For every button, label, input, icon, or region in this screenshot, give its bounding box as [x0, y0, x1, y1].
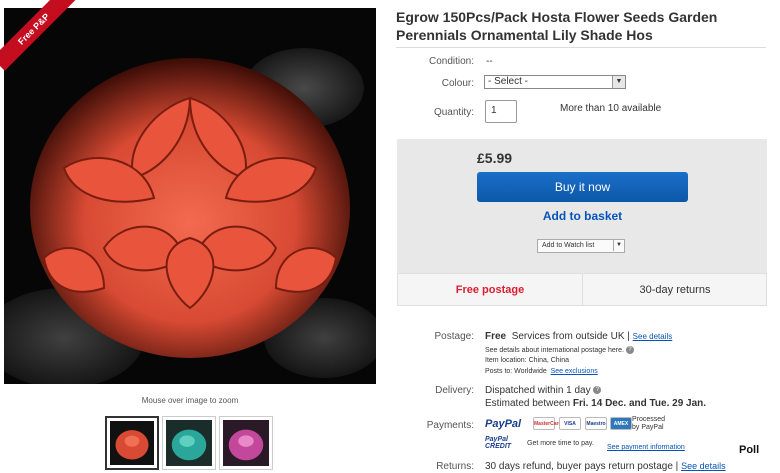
- add-to-watch-list-button[interactable]: Add to Watch list ▼: [537, 239, 625, 253]
- paypal-credit-logo: PayPal CREDIT: [485, 436, 512, 450]
- processed-by-paypal: Processed by PayPal: [632, 416, 666, 431]
- visa-icon: VISA: [559, 417, 581, 430]
- dispatch-text: Dispatched within 1 day: [485, 385, 591, 396]
- postage-free: Free: [485, 331, 507, 342]
- estimated-delivery: Estimated between Fri. 14 Dec. and Tue. …: [485, 398, 706, 409]
- colour-select[interactable]: - Select - ▼: [484, 75, 626, 89]
- free-postage-text: Free postage: [455, 284, 525, 296]
- postage-label: Postage:: [434, 331, 474, 342]
- chevron-down-icon[interactable]: ▼: [613, 240, 624, 251]
- help-icon[interactable]: ?: [593, 386, 602, 395]
- postage-service: Services from outside UK |: [511, 331, 630, 342]
- paypal-logo: PayPal: [485, 418, 522, 430]
- estimated-dates: Fri. 14 Dec. and Tue. 29 Jan.: [572, 398, 707, 409]
- amex-icon: AMEX: [610, 417, 632, 430]
- returns-label: Returns:: [436, 461, 474, 472]
- thumbnail-2[interactable]: [162, 416, 216, 470]
- returns-text: 30 days refund, buyer pays return postag…: [485, 461, 679, 472]
- delivery-label: Delivery:: [435, 385, 474, 396]
- intl-postage-note-text: See details about international postage …: [485, 346, 624, 354]
- watch-list-label: Add to Watch list: [542, 242, 595, 249]
- maestro-icon: Maestro: [585, 417, 607, 430]
- zoom-hint: Mouse over image to zoom: [141, 396, 239, 405]
- postage-line: Free Services from outside UK | See deta…: [485, 331, 672, 342]
- product-main-image[interactable]: [4, 8, 376, 384]
- condition-value: --: [486, 56, 493, 67]
- thumbnail-3[interactable]: [219, 416, 273, 470]
- quantity-label: Quantity:: [433, 107, 474, 118]
- posts-to: Posts to: Worldwide: [485, 368, 547, 375]
- payment-info-link[interactable]: See payment information: [607, 444, 685, 451]
- posts-to-line: Posts to: Worldwide See exclusions: [485, 368, 598, 375]
- postage-see-details-link[interactable]: See details: [633, 332, 673, 341]
- price: £5.99: [477, 150, 513, 166]
- see-exclusions-link[interactable]: See exclusions: [551, 368, 598, 375]
- item-title: Egrow 150Pcs/Pack Hosta Flower Seeds Gar…: [396, 9, 718, 43]
- help-icon[interactable]: ?: [625, 346, 634, 354]
- availability-text: More than 10 available: [560, 103, 662, 114]
- returns-line: 30 days refund, buyer pays return postag…: [485, 461, 726, 472]
- returns-see-details-link[interactable]: See details: [681, 461, 726, 471]
- condition-label: Condition:: [428, 56, 474, 67]
- add-to-basket-button[interactable]: Add to basket: [477, 209, 688, 223]
- item-location: Item location: China, China: [485, 357, 570, 364]
- more-time-text: Get more time to pay.: [527, 440, 594, 447]
- dispatch-line: Dispatched within 1 day ?: [485, 385, 602, 396]
- thumbnail-1[interactable]: [105, 416, 159, 470]
- payments-label: Payments:: [426, 420, 474, 431]
- chevron-down-icon: ▼: [612, 76, 625, 88]
- intl-postage-note: See details about international postage …: [485, 346, 634, 354]
- colour-select-value: - Select -: [488, 76, 529, 87]
- divider: [396, 47, 766, 48]
- estimated-prefix: Estimated between: [485, 398, 571, 409]
- returns-summary-text: 30-day returns: [639, 284, 711, 296]
- poll-link[interactable]: Poll: [739, 444, 759, 456]
- mastercard-icon: MasterCard: [533, 417, 562, 430]
- colour-label: Colour:: [441, 78, 474, 89]
- quantity-input[interactable]: 1: [485, 100, 517, 123]
- buy-it-now-button[interactable]: Buy it now: [477, 172, 688, 202]
